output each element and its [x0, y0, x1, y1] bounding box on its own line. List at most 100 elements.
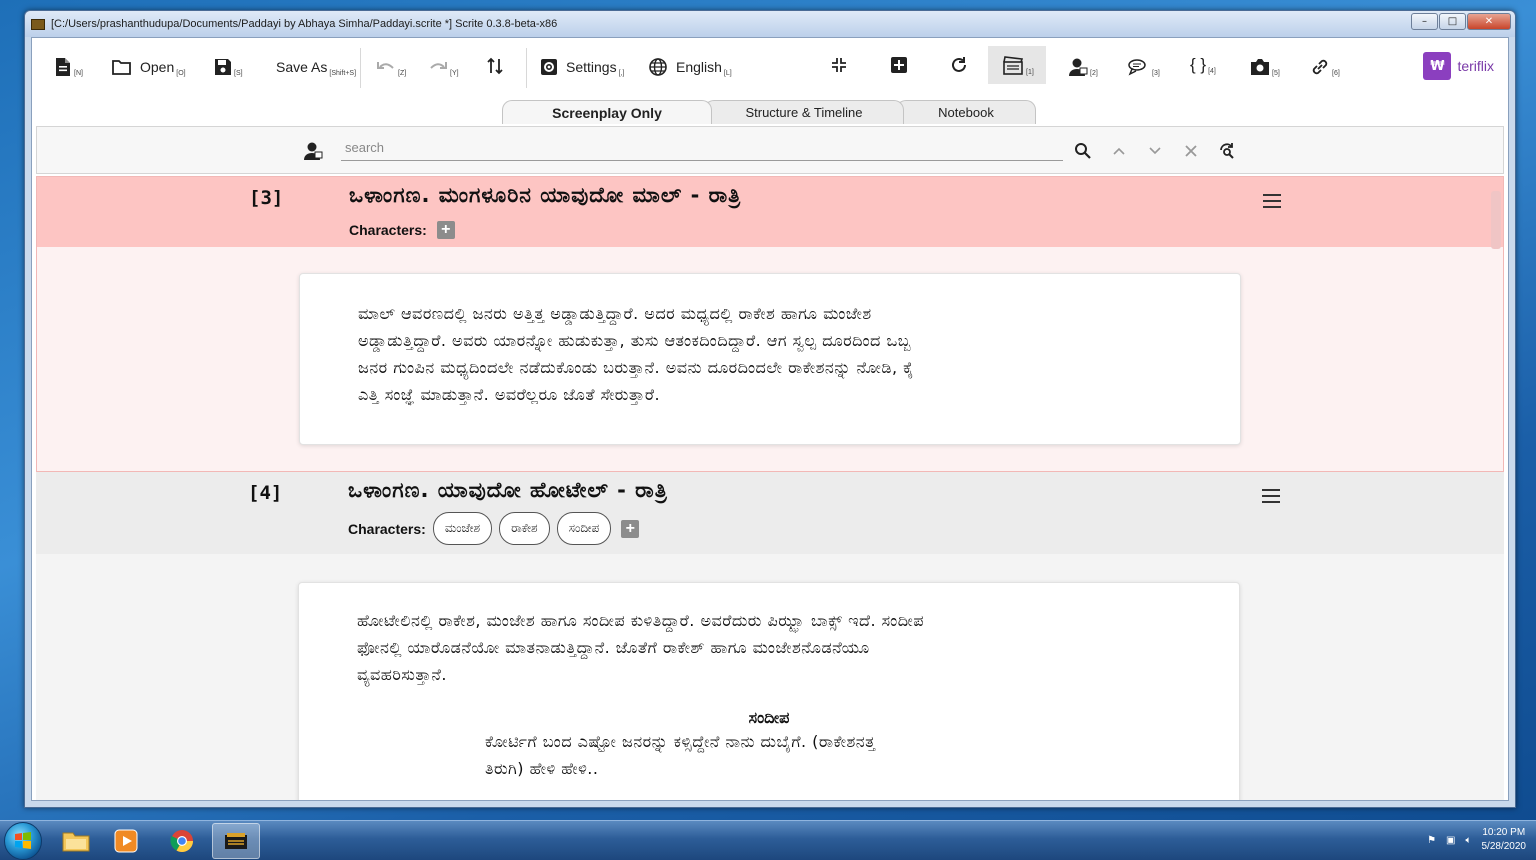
scene-heading-area: [4] ಒಳಾಂಗಣ. ಯಾವುದೋ ಹೋಟೇಲ್ - ರಾತ್ರಿ Chara…: [36, 472, 1504, 554]
save-shortcut: [S]: [234, 70, 243, 77]
hamburger-icon: [1263, 194, 1281, 196]
scrollbar-thumb[interactable]: [1491, 191, 1501, 249]
volume-icon[interactable]: 🔈︎: [1466, 835, 1472, 846]
close-icon: [1185, 145, 1197, 157]
dialogue-line: ತಿರುಗಿ) ಹೇಳಿ ಹೇಳಿ..: [485, 759, 599, 778]
search-button[interactable]: [1071, 139, 1095, 163]
character-chip[interactable]: ಮಂಜೇಶ: [432, 512, 493, 545]
minimize-button[interactable]: –: [1411, 13, 1438, 30]
scene-heading[interactable]: ಒಳಾಂಗಣ. ಮಂಗಳೂರಿನ ಯಾವುದೋ ಮಾಲ್ - ರಾತ್ರಿ: [349, 183, 741, 208]
taskbar-explorer[interactable]: [52, 823, 100, 859]
hamburger-icon: [1262, 489, 1280, 491]
collapse-button[interactable]: [830, 56, 848, 74]
open-shortcut: [O]: [176, 70, 186, 77]
shot-button[interactable]: [5]: [1250, 56, 1280, 77]
character-icon: [1069, 58, 1088, 76]
toolbar-separator: [360, 48, 361, 88]
open-button[interactable]: Open [O]: [112, 56, 186, 77]
redo-shortcut: [Y]: [450, 70, 459, 77]
save-as-label: Save As: [276, 58, 328, 75]
close-button[interactable]: ✕: [1467, 13, 1511, 30]
folder-icon: [62, 832, 90, 852]
character-chip[interactable]: ಸಂದೀಪ: [556, 512, 612, 545]
add-scene-button[interactable]: [890, 56, 908, 74]
view-tabs: Screenplay Only Structure & Timeline Not…: [32, 100, 1508, 124]
folder-icon: [112, 59, 131, 75]
scene-block-current[interactable]: [3] ಒಳಾಂಗಣ. ಮಂಗಳೂರಿನ ಯಾವುದೋ ಮಾಲ್ - ರಾತ್ರ…: [36, 176, 1504, 472]
clear-search-button[interactable]: [1179, 139, 1203, 163]
taskbar-scrite[interactable]: [212, 823, 260, 859]
new-button[interactable]: [N]: [54, 56, 83, 77]
next-result-button[interactable]: [1143, 139, 1167, 163]
redo-button[interactable]: [Y]: [428, 56, 459, 77]
settings-button[interactable]: Settings [,]: [540, 56, 624, 77]
previous-result-button[interactable]: [1107, 139, 1131, 163]
search-input[interactable]: [341, 135, 1063, 161]
parenthetical-button[interactable]: { } [4]: [1190, 54, 1216, 76]
taskbar-media-player[interactable]: [102, 823, 150, 859]
settings-label: Settings: [566, 58, 617, 75]
scene-heading[interactable]: ಒಳಾಂಗಣ. ಯಾವುದೋ ಹೋಟೇಲ್ - ರಾತ್ರಿ: [348, 478, 668, 503]
scene-content-card[interactable]: ಹೋಟೇಲಿನಲ್ಲಿ ರಾಕೇಶ, ಮಂಜೇಶ ಹಾಗೂ ಸಂದೀಪ ಕುಳಿ…: [298, 582, 1240, 800]
character-icon: [304, 142, 323, 160]
taskbar-chrome[interactable]: [158, 823, 206, 859]
scene-characters: Characters: ಮಂಜೇಶ ರಾಕೇಶ ಸಂದೀಪ +: [348, 512, 640, 545]
camera-icon: [1251, 58, 1269, 75]
dialogue-shortcut: [3]: [1152, 70, 1160, 77]
screenplay-editor[interactable]: [3] ಒಳಾಂಗಣ. ಮಂಗಳೂರಿನ ಯಾವುದೋ ಮಾಲ್ - ರಾತ್ರ…: [36, 176, 1504, 800]
globe-icon: [649, 57, 667, 76]
title-bar[interactable]: [C:/Users/prashanthudupa/Documents/Padda…: [25, 11, 1515, 37]
language-label: English: [676, 58, 722, 75]
character-button[interactable]: [2]: [1068, 56, 1098, 77]
client-area: [N] Open [O] [S] Save As [Shift+S] [Z] […: [31, 37, 1509, 801]
tab-notebook[interactable]: Notebook: [896, 100, 1036, 124]
app-window: [C:/Users/prashanthudupa/Documents/Padda…: [24, 10, 1516, 808]
character-filter-button[interactable]: [301, 139, 325, 163]
dialogue-character-name: ಸಂದೀಪ: [748, 708, 790, 727]
windows-taskbar: ⚑ ▣ 🔈︎ 10:20 PM 5/28/2020: [0, 820, 1536, 860]
reorder-button[interactable]: [486, 56, 504, 76]
scene-shortcut: [1]: [1026, 68, 1034, 76]
chrome-icon: [170, 830, 193, 852]
replace-button[interactable]: [1215, 139, 1239, 163]
network-icon[interactable]: ▣: [1446, 835, 1455, 846]
tab-screenplay-only[interactable]: Screenplay Only: [502, 100, 712, 124]
clapperboard-icon: [1003, 56, 1024, 75]
plus-box-icon: [891, 57, 907, 73]
scrite-app-icon: [31, 18, 45, 30]
scene-block[interactable]: [4] ಒಳಾಂಗಣ. ಯಾವುದೋ ಹೋಟೇಲ್ - ರಾತ್ರಿ Chara…: [36, 472, 1504, 800]
undo-button[interactable]: [Z]: [376, 56, 406, 77]
find-replace-icon: [1220, 143, 1234, 159]
braces-icon: { }: [1190, 54, 1207, 74]
tab-structure-timeline[interactable]: Structure & Timeline: [704, 100, 904, 124]
chevron-down-icon: [1149, 147, 1161, 155]
teriflix-logo-text: teriflix: [1457, 58, 1494, 74]
action-line: ಮಾಲ್ ಆವರಣದಲ್ಲಿ ಜನರು ಅತ್ತಿತ್ತ ಅಡ್ಡಾಡುತ್ತಿ…: [358, 304, 872, 323]
refresh-icon: [952, 57, 966, 72]
dialogue-button[interactable]: [3]: [1128, 56, 1160, 77]
media-player-icon: [114, 829, 138, 853]
scene-heading-button[interactable]: [1]: [988, 46, 1046, 84]
action-center-icon[interactable]: ⚑: [1427, 835, 1436, 846]
save-as-button[interactable]: Save As [Shift+S]: [276, 56, 356, 78]
add-character-button[interactable]: +: [436, 221, 455, 239]
scene-characters: Characters: +: [349, 221, 455, 239]
start-button[interactable]: [4, 822, 42, 860]
scene-number: [4]: [248, 482, 283, 504]
transition-button[interactable]: [6]: [1310, 56, 1340, 77]
scene-menu-button[interactable]: [1262, 489, 1280, 507]
save-button[interactable]: [S]: [214, 56, 243, 77]
character-chip[interactable]: ರಾಕೇಶ: [499, 512, 550, 545]
refresh-button[interactable]: [950, 56, 968, 74]
clock[interactable]: 10:20 PM 5/28/2020: [1482, 826, 1527, 854]
add-character-button[interactable]: +: [621, 519, 640, 538]
maximize-button[interactable]: □: [1439, 13, 1466, 30]
teriflix-logo[interactable]: ₩ teriflix: [1423, 52, 1494, 80]
scene-heading-area: [3] ಒಳಾಂಗಣ. ಮಂಗಳೂರಿನ ಯಾವುದೋ ಮಾಲ್ - ರಾತ್ರ…: [37, 177, 1503, 247]
scrite-app-icon: [225, 833, 247, 849]
scene-menu-button[interactable]: [1263, 194, 1281, 212]
clock-time: 10:20 PM: [1482, 827, 1526, 838]
undo-icon: [377, 61, 394, 69]
language-button[interactable]: English [L]: [648, 56, 732, 77]
scene-content-card[interactable]: ಮಾಲ್ ಆವರಣದಲ್ಲಿ ಜನರು ಅತ್ತಿತ್ತ ಅಡ್ಡಾಡುತ್ತಿ…: [299, 273, 1241, 445]
